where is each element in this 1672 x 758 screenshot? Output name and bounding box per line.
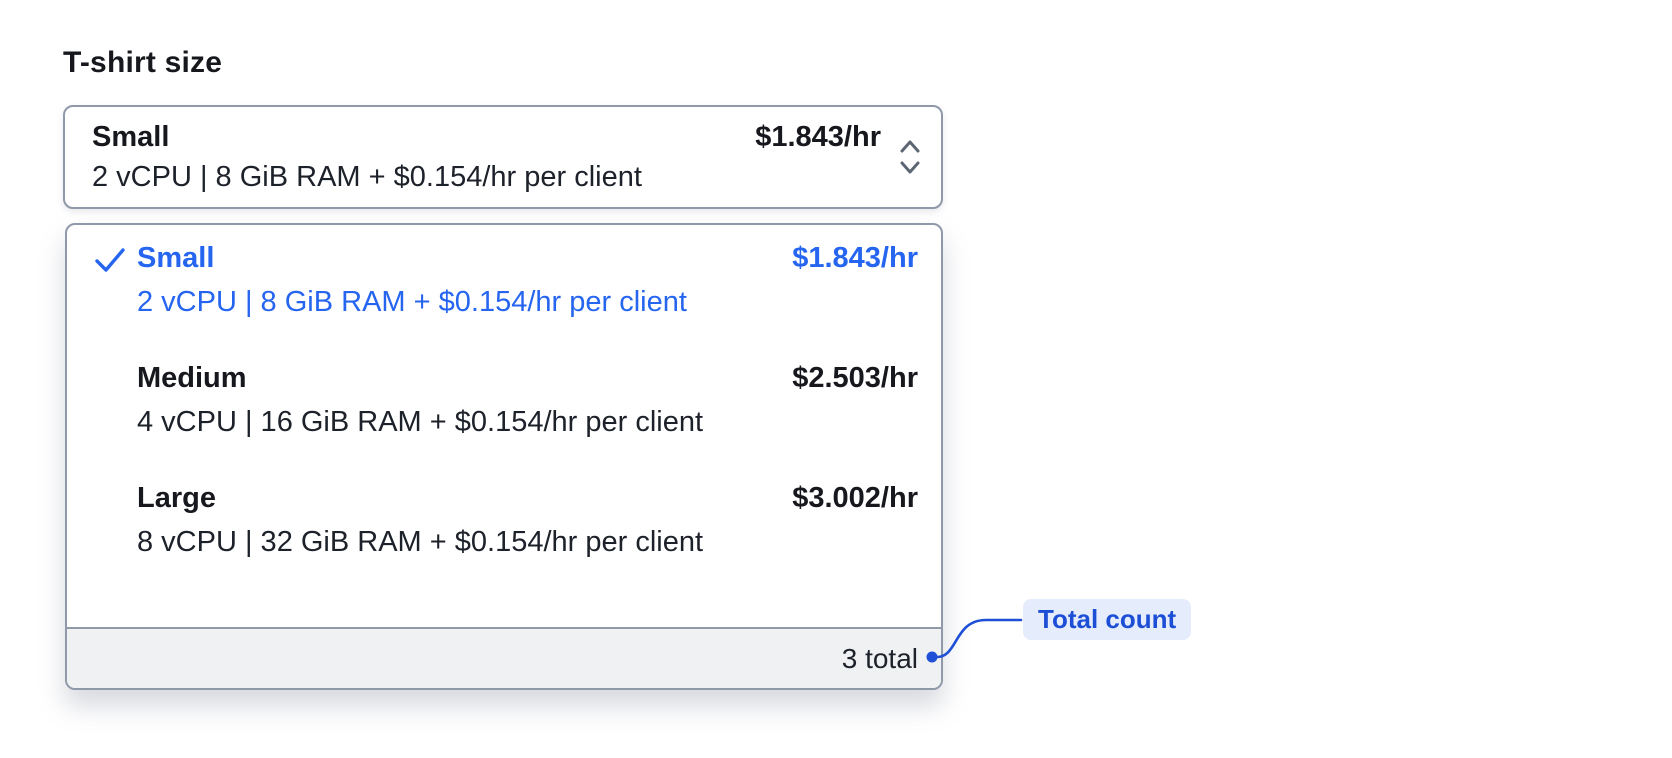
- tshirt-size-dropdown-panel: Small 2 vCPU | 8 GiB RAM + $0.154/hr per…: [65, 223, 943, 690]
- total-count-text: 3 total: [841, 642, 918, 674]
- check-placeholder: [94, 361, 137, 367]
- dropdown-footer: 3 total: [67, 627, 941, 688]
- option-subtitle: 4 vCPU | 16 GiB RAM + $0.154/hr per clie…: [137, 406, 704, 438]
- option-price: $2.503/hr: [792, 362, 918, 394]
- option-small[interactable]: Small 2 vCPU | 8 GiB RAM + $0.154/hr per…: [67, 227, 941, 347]
- updown-chevron-icon: [897, 136, 923, 178]
- option-subtitle: 8 vCPU | 32 GiB RAM + $0.154/hr per clie…: [137, 526, 704, 558]
- option-subtitle: 2 vCPU | 8 GiB RAM + $0.154/hr per clien…: [137, 286, 687, 318]
- select-trigger-content: Small $1.843/hr 2 vCPU | 8 GiB RAM + $0.…: [92, 121, 881, 194]
- option-price: $1.843/hr: [792, 242, 918, 274]
- option-title: Medium: [137, 362, 247, 394]
- option-medium[interactable]: Medium 4 vCPU | 16 GiB RAM + $0.154/hr p…: [67, 347, 941, 467]
- option-large[interactable]: Large 8 vCPU | 32 GiB RAM + $0.154/hr pe…: [67, 467, 941, 587]
- options-list: Small 2 vCPU | 8 GiB RAM + $0.154/hr per…: [67, 225, 941, 627]
- option-title: Small: [137, 242, 215, 274]
- check-placeholder: [94, 481, 137, 487]
- annotation-badge: Total count: [1023, 599, 1192, 640]
- field-label: T-shirt size: [63, 46, 223, 79]
- selected-option-subtitle: 2 vCPU | 8 GiB RAM + $0.154/hr per clien…: [92, 160, 642, 193]
- checkmark-icon: [94, 241, 137, 273]
- option-title: Large: [137, 482, 216, 514]
- page: T-shirt size Small $1.843/hr 2 vCPU | 8 …: [0, 0, 1672, 758]
- selected-option-price: $1.843/hr: [755, 120, 881, 153]
- selected-option-title: Small: [92, 120, 170, 153]
- option-price: $3.002/hr: [792, 482, 918, 514]
- tshirt-size-select[interactable]: Small $1.843/hr 2 vCPU | 8 GiB RAM + $0.…: [63, 105, 943, 209]
